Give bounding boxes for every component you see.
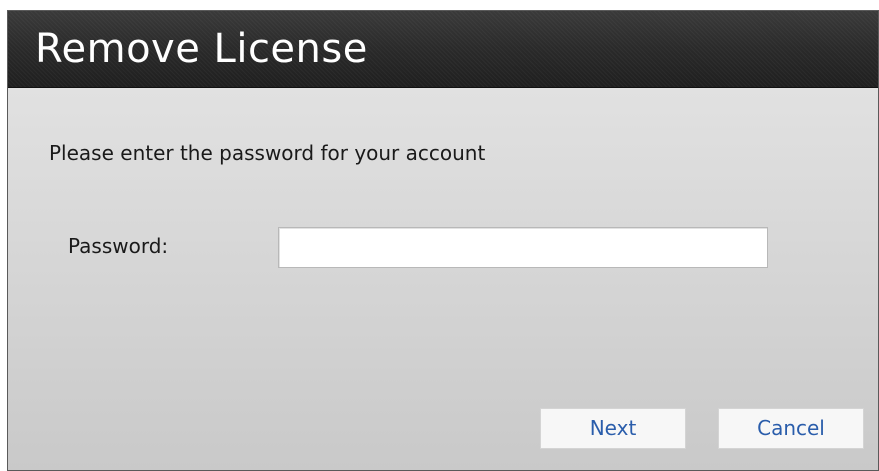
password-label: Password: bbox=[68, 234, 169, 258]
dialog-titlebar: Remove License bbox=[8, 11, 878, 88]
remove-license-dialog: Remove License Please enter the password… bbox=[7, 10, 879, 471]
password-prompt-text: Please enter the password for your accou… bbox=[49, 141, 486, 165]
dialog-title: Remove License bbox=[35, 26, 368, 72]
cancel-button[interactable]: Cancel bbox=[718, 408, 864, 449]
next-button[interactable]: Next bbox=[540, 408, 686, 449]
password-input[interactable] bbox=[278, 227, 768, 268]
